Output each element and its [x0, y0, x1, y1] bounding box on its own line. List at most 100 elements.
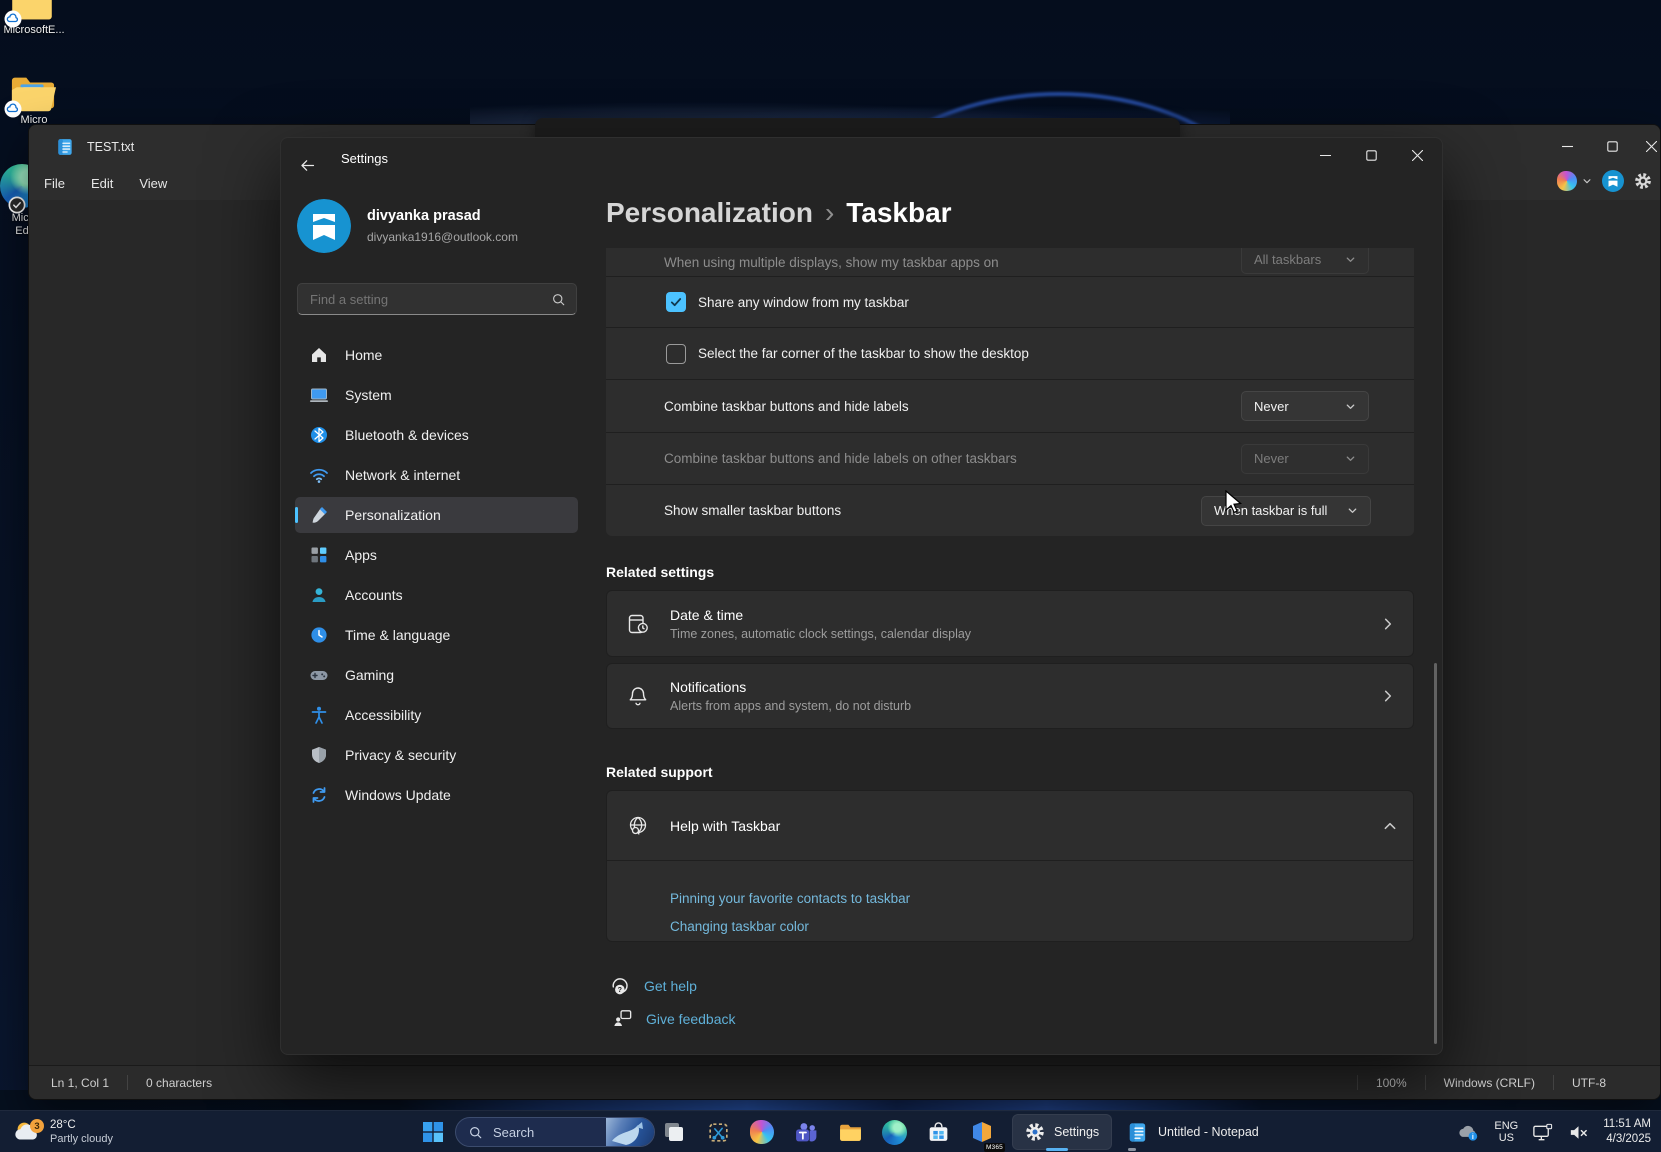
- sidebar-item-windows-update[interactable]: Windows Update: [295, 777, 578, 813]
- microsoft-store-icon: [926, 1120, 951, 1145]
- checkbox-checked[interactable]: [666, 292, 686, 312]
- taskbar-search-box[interactable]: Search: [455, 1117, 655, 1147]
- network-tray-icon[interactable]: [1531, 1121, 1554, 1144]
- related-notifications-row[interactable]: Notifications Alerts from apps and syste…: [606, 663, 1414, 729]
- desktop-icon-documents-folder[interactable]: Micro: [0, 74, 72, 127]
- related-date-time-row[interactable]: Date & time Time zones, automatic clock …: [606, 590, 1414, 657]
- chevron-up-icon[interactable]: [1383, 819, 1397, 833]
- give-feedback-link[interactable]: Give feedback: [611, 1007, 736, 1030]
- search-input[interactable]: [298, 292, 551, 307]
- snipping-tool-button[interactable]: [698, 1114, 738, 1150]
- copilot-icon: [1557, 171, 1577, 191]
- search-highlight-image[interactable]: [606, 1117, 654, 1147]
- clock[interactable]: 11:51 AM 4/3/2025: [1603, 1117, 1651, 1147]
- setting-row-share-window[interactable]: Share any window from my taskbar: [606, 277, 1414, 328]
- back-button[interactable]: [291, 149, 323, 181]
- sidebar-item-accounts[interactable]: Accounts: [295, 577, 578, 613]
- copilot-icon: [750, 1120, 774, 1144]
- encoding[interactable]: UTF-8: [1572, 1076, 1606, 1090]
- sidebar-item-gaming[interactable]: Gaming: [295, 657, 578, 693]
- get-help-label: Get help: [644, 978, 697, 994]
- teams-button[interactable]: [786, 1114, 826, 1150]
- setting-label: When using multiple displays, show my ta…: [664, 255, 999, 270]
- desktop-icon-microsoft-folder[interactable]: MicrosoftE...: [0, 0, 72, 37]
- sidebar-item-network-internet[interactable]: Network & internet: [295, 457, 578, 493]
- snipping-tool-icon: [706, 1120, 731, 1145]
- weather-widget[interactable]: 3 28°C Partly cloudy: [4, 1111, 121, 1152]
- help-link-changing-color[interactable]: Changing taskbar color: [670, 919, 809, 934]
- sidebar-item-label: Gaming: [345, 667, 394, 683]
- search-placeholder: Search: [493, 1125, 534, 1140]
- chevron-down-icon: [1345, 254, 1356, 265]
- task-view-button[interactable]: [654, 1114, 694, 1150]
- personalization-icon: [309, 505, 329, 525]
- breadcrumb-parent[interactable]: Personalization: [606, 197, 813, 229]
- profile-avatar[interactable]: [297, 199, 351, 253]
- sidebar-item-system[interactable]: System: [295, 377, 578, 413]
- related-item-desc: Alerts from apps and system, do not dist…: [670, 699, 911, 713]
- help-link-pinning-contacts[interactable]: Pinning your favorite contacts to taskba…: [670, 891, 910, 906]
- edge-button[interactable]: [874, 1114, 914, 1150]
- profile-name: divyanka prasad: [367, 208, 481, 224]
- scrollbar[interactable]: [1434, 663, 1437, 1044]
- account-avatar[interactable]: [1602, 170, 1624, 192]
- dropdown-value: Never: [1254, 399, 1289, 414]
- settings-taskbar-button[interactable]: Settings: [1012, 1114, 1112, 1150]
- sidebar-item-apps[interactable]: Apps: [295, 537, 578, 573]
- notepad-maximize-button[interactable]: [1590, 125, 1634, 167]
- svg-text:i: i: [1472, 1134, 1474, 1141]
- settings-sidebar-nav: Home System Bluetooth & devices Network …: [295, 337, 578, 817]
- line-ending[interactable]: Windows (CRLF): [1444, 1076, 1535, 1090]
- notepad-settings-gear-icon[interactable]: [1634, 172, 1652, 190]
- maximize-icon: [1366, 150, 1377, 161]
- settings-minimize-button[interactable]: [1302, 138, 1348, 172]
- zoom-level[interactable]: 100%: [1376, 1076, 1407, 1090]
- sidebar-item-home[interactable]: Home: [295, 337, 578, 373]
- settings-close-button[interactable]: [1394, 138, 1440, 172]
- weather-condition: Partly cloudy: [50, 1132, 113, 1146]
- multiple-displays-dropdown[interactable]: All taskbars: [1241, 248, 1369, 274]
- chevron-right-icon: [1381, 617, 1395, 631]
- checkbox-unchecked[interactable]: [666, 344, 686, 364]
- breadcrumb-separator: ›: [813, 197, 846, 229]
- sidebar-item-label: Privacy & security: [345, 747, 456, 763]
- sidebar-item-time-language[interactable]: Time & language: [295, 617, 578, 653]
- copilot-button[interactable]: [742, 1114, 782, 1150]
- get-help-link[interactable]: ? Get help: [609, 974, 697, 997]
- statusbar-divider: [127, 1075, 128, 1090]
- start-button[interactable]: [416, 1116, 450, 1148]
- sidebar-item-label: Accessibility: [345, 707, 421, 723]
- volume-muted-icon[interactable]: [1567, 1121, 1590, 1144]
- notepad-tab[interactable]: TEST.txt: [45, 133, 144, 161]
- settings-search-box[interactable]: [297, 283, 577, 315]
- menu-view[interactable]: View: [126, 172, 180, 196]
- menu-edit[interactable]: Edit: [78, 172, 126, 196]
- sidebar-item-label: Home: [345, 347, 382, 363]
- search-icon: [468, 1125, 483, 1140]
- onedrive-tray-icon[interactable]: i: [1455, 1119, 1481, 1145]
- combine-buttons-dropdown[interactable]: Never: [1241, 391, 1369, 421]
- gaming-icon: [309, 665, 329, 685]
- sidebar-item-bluetooth-devices[interactable]: Bluetooth & devices: [295, 417, 578, 453]
- weather-temp: 28°C: [50, 1118, 113, 1132]
- microsoft-store-button[interactable]: [918, 1114, 958, 1150]
- chevron-down-icon: [1345, 453, 1356, 464]
- sidebar-item-privacy-security[interactable]: Privacy & security: [295, 737, 578, 773]
- setting-row-smaller-buttons: Show smaller taskbar buttons When taskba…: [606, 485, 1414, 536]
- search-icon[interactable]: [551, 292, 566, 307]
- notepad-minimize-button[interactable]: [1545, 125, 1589, 167]
- notepad-close-button[interactable]: [1629, 125, 1661, 167]
- notepad-taskbar-button[interactable]: Untitled - Notepad: [1120, 1114, 1265, 1150]
- notepad-statusbar: Ln 1, Col 1 0 characters 100% Windows (C…: [29, 1065, 1660, 1099]
- menu-file[interactable]: File: [31, 172, 78, 196]
- m365-button[interactable]: M365: [962, 1114, 1002, 1150]
- file-explorer-button[interactable]: [830, 1114, 870, 1150]
- language-switcher[interactable]: ENG US: [1494, 1120, 1518, 1145]
- sidebar-item-accessibility[interactable]: Accessibility: [295, 697, 578, 733]
- help-with-taskbar-row[interactable]: Help with Taskbar: [607, 791, 1413, 861]
- setting-row-far-corner-desktop[interactable]: Select the far corner of the taskbar to …: [606, 328, 1414, 380]
- settings-maximize-button[interactable]: [1348, 138, 1394, 172]
- copilot-button[interactable]: [1557, 171, 1592, 191]
- setting-label: Select the far corner of the taskbar to …: [698, 346, 1029, 361]
- sidebar-item-personalization[interactable]: Personalization: [295, 497, 578, 533]
